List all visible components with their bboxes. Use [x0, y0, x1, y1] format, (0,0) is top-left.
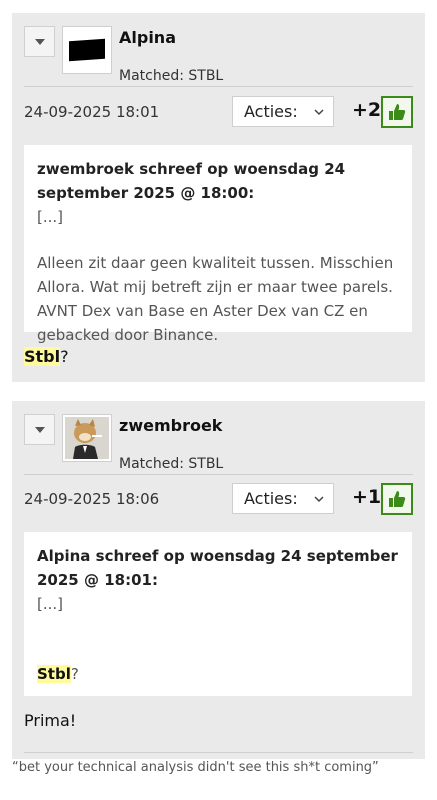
- highlighted-term[interactable]: Stbl: [24, 347, 61, 366]
- quote-body-rest: ?: [70, 665, 79, 683]
- actions-label: Acties:: [244, 102, 298, 121]
- signature-divider: [24, 752, 413, 753]
- matched-label: Matched: STBL: [119, 68, 224, 84]
- thumbs-up-icon: [389, 491, 406, 507]
- highlighted-term[interactable]: Stbl: [37, 665, 71, 683]
- post-body: Stbl?: [24, 347, 69, 366]
- avatar-image: [69, 38, 105, 62]
- avatar[interactable]: [62, 414, 112, 462]
- divider: [24, 474, 413, 475]
- post-alpina: Alpina Matched: STBL 24-09-2025 18:01 Ac…: [12, 13, 425, 382]
- quote-block: zwembroek schreef op woensdag 24 septemb…: [24, 145, 412, 344]
- post-signature: “bet your technical analysis didn't see …: [12, 760, 379, 775]
- avatar[interactable]: [62, 26, 112, 74]
- collapse-post-button[interactable]: [24, 26, 55, 57]
- vote-score: +1: [352, 486, 382, 508]
- thumbs-up-icon: [389, 104, 406, 120]
- actions-dropdown[interactable]: Acties:: [232, 96, 334, 127]
- upvote-button[interactable]: [381, 483, 413, 515]
- post-body-rest: ?: [60, 347, 69, 366]
- quote-header: Alpina schreef op woensdag 24 september …: [37, 547, 398, 589]
- divider: [24, 86, 413, 87]
- matched-label: Matched: STBL: [119, 456, 224, 472]
- post-timestamp: 24-09-2025 18:06: [24, 490, 160, 508]
- quote-text: Alleen zit daar geen kwaliteit tussen. M…: [37, 254, 394, 344]
- username[interactable]: Alpina: [119, 28, 176, 47]
- post-body: Prima!: [24, 711, 77, 730]
- username[interactable]: zwembroek: [119, 416, 222, 435]
- chevron-down-icon: [314, 496, 324, 503]
- triangle-down-icon: [34, 426, 45, 433]
- post-zwembroek: zwembroek Matched: STBL 24-09-2025 18:06…: [12, 401, 425, 759]
- actions-label: Acties:: [244, 489, 298, 508]
- actions-dropdown[interactable]: Acties:: [232, 483, 334, 514]
- post-timestamp: 24-09-2025 18:01: [24, 103, 160, 121]
- quote-ellipsis[interactable]: [...]: [37, 592, 399, 616]
- upvote-button[interactable]: [381, 96, 413, 128]
- quote-ellipsis[interactable]: [...]: [37, 205, 399, 229]
- vote-score: +2: [352, 99, 382, 121]
- avatar-image: [65, 417, 109, 459]
- collapse-post-button[interactable]: [24, 414, 55, 445]
- quote-block: Alpina schreef op woensdag 24 september …: [24, 532, 412, 696]
- triangle-down-icon: [34, 38, 45, 45]
- chevron-down-icon: [314, 109, 324, 116]
- quote-body: Stbl?: [37, 662, 399, 686]
- quote-header: zwembroek schreef op woensdag 24 septemb…: [37, 160, 346, 202]
